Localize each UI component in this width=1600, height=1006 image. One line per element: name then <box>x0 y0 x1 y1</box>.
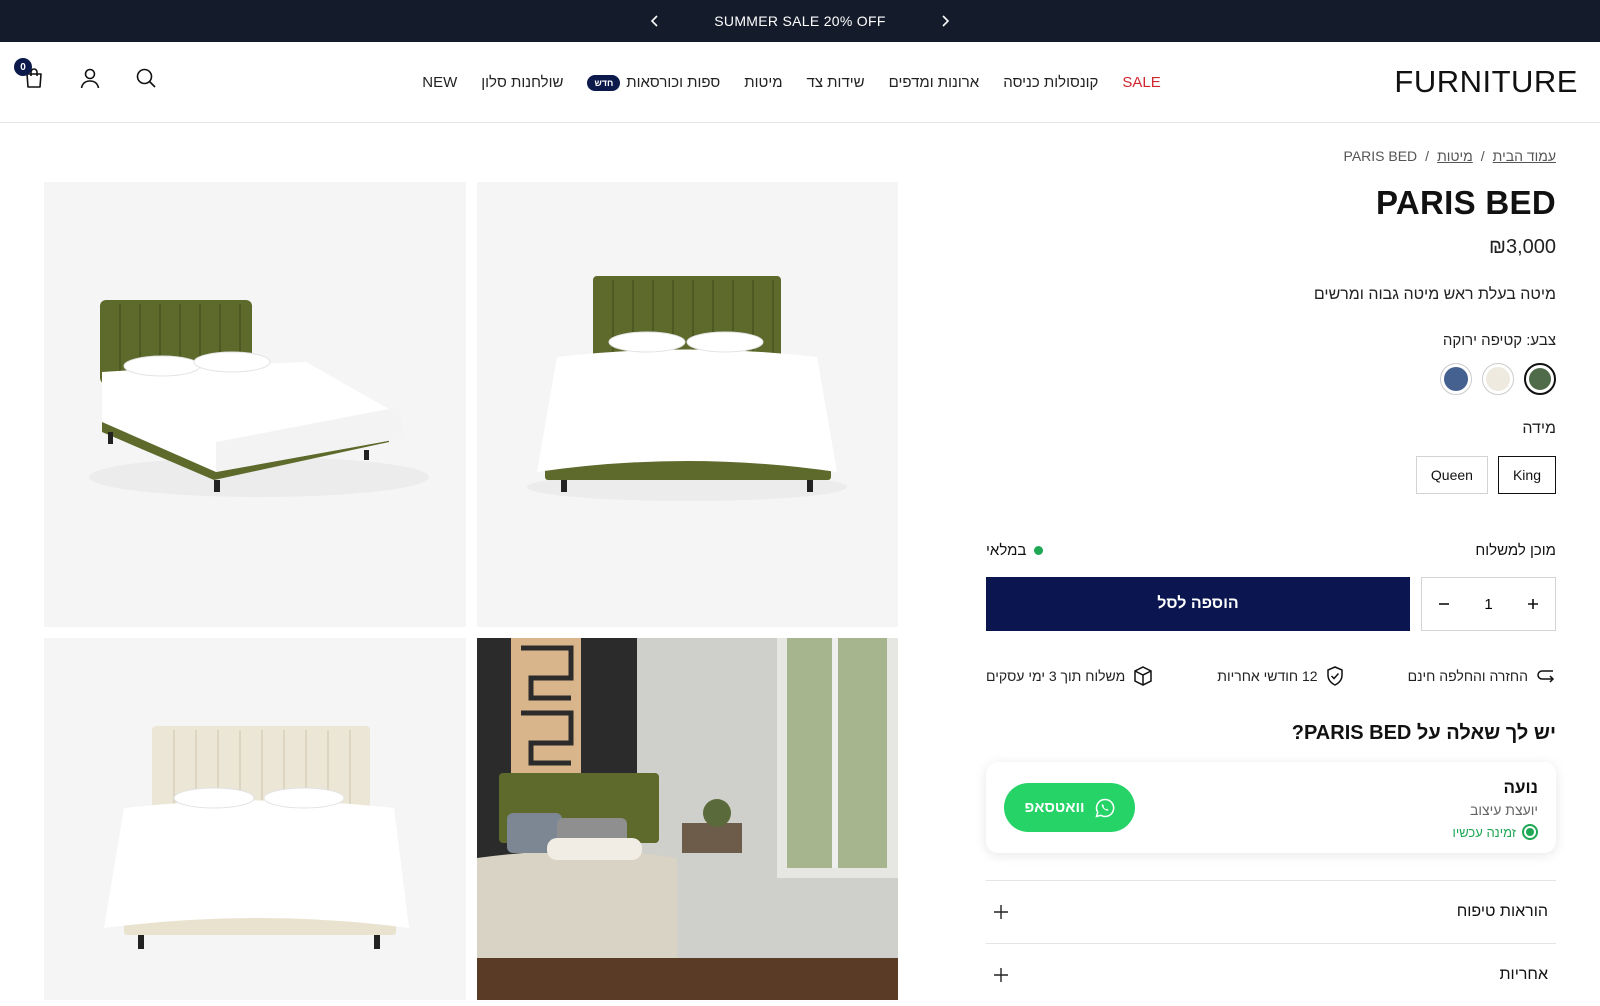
breadcrumb-separator: / <box>1425 148 1430 164</box>
nav-label: שולחנות סלון <box>481 74 564 91</box>
accordion-care-instructions[interactable]: הוראות טיפוח <box>986 880 1556 943</box>
increase-quantity-button[interactable] <box>1521 592 1545 616</box>
stock-status: במלאי <box>986 542 1044 559</box>
size-label: מידה <box>1522 420 1556 437</box>
search-icon <box>136 68 156 88</box>
question-title: יש לך שאלה על PARIS BED? <box>1291 722 1556 744</box>
perk-shipping: משלוח תוך 3 ימי עסקים <box>986 666 1153 686</box>
advisor-name: נועה <box>1503 778 1538 797</box>
accordion-label: אחריות <box>1499 966 1549 983</box>
whatsapp-button[interactable]: וואטסאפ <box>1004 783 1135 832</box>
perk-label: 12 חודשי אחריות <box>1217 668 1318 684</box>
accordion-label: הוראות טיפוח <box>1456 903 1548 920</box>
size-options: King Queen <box>1415 456 1556 494</box>
return-icon <box>1537 670 1555 683</box>
breadcrumb-home[interactable]: עמוד הבית <box>1493 148 1556 164</box>
perk-label: משלוח תוך 3 ימי עסקים <box>986 668 1126 684</box>
product-description: מיטה בעלת ראש מיטה גבוה ומרשים <box>1313 286 1556 303</box>
nav-item-beds[interactable]: מיטות <box>744 74 782 91</box>
accordion-warranty[interactable]: אחריות <box>986 943 1556 1006</box>
chevron-right-icon <box>942 15 950 27</box>
nav-item-side-tables[interactable]: שידות צד <box>807 74 865 91</box>
account-button[interactable] <box>76 64 104 92</box>
plus-icon <box>994 899 1008 925</box>
color-swatches <box>1440 363 1556 395</box>
breadcrumb-current: PARIS BED <box>1343 148 1418 164</box>
advisor-card: נועה יועצת עיצוב זמינה עכשיו וואטסאפ <box>986 762 1556 853</box>
plus-icon <box>1528 599 1538 609</box>
nav-item-sale[interactable]: SALE <box>1122 74 1160 91</box>
cart-count-badge: 0 <box>14 58 32 76</box>
chevron-left-icon <box>650 15 658 27</box>
product-title: PARIS BED <box>1376 184 1556 221</box>
nav-label: שידות צד <box>806 74 865 91</box>
site-logo[interactable]: FURNITURE <box>1394 64 1578 100</box>
site-header: FURNITURE NEW שולחנות סלון ספות וכורסאות… <box>0 42 1600 123</box>
product-image-lifestyle[interactable] <box>477 638 898 1000</box>
advisor-role: יועצת עיצוב <box>1469 802 1538 818</box>
breadcrumb-category[interactable]: מיטות <box>1437 148 1473 164</box>
whatsapp-icon <box>1094 798 1114 818</box>
bed-green-front-illustration <box>527 276 847 501</box>
nav-item-new[interactable]: NEW <box>422 74 457 91</box>
online-status-icon <box>1522 824 1538 840</box>
nav-item-coffee-tables[interactable]: שולחנות סלון <box>481 74 563 91</box>
quantity-input[interactable] <box>1468 595 1509 613</box>
product-perks: החזרה והחלפה חינם 12 חודשי אחריות משלוח … <box>986 666 1556 686</box>
color-swatch-cream[interactable] <box>1482 363 1514 395</box>
color-swatch-green[interactable] <box>1524 363 1556 395</box>
search-button[interactable] <box>132 64 160 92</box>
add-to-cart-button[interactable]: הוספה לסל <box>986 577 1410 631</box>
color-swatch-blue[interactable] <box>1440 363 1472 395</box>
product-price: ₪3,000 <box>1488 236 1556 258</box>
nav-item-cabinets[interactable]: ארונות ומדפים <box>889 74 980 91</box>
announcement-text: SUMMER SALE 20% OFF <box>714 13 886 29</box>
main-nav: NEW שולחנות סלון ספות וכורסאות חדש מיטות … <box>422 42 1161 123</box>
bed-green-angle-illustration <box>89 300 429 497</box>
size-option-king[interactable]: King <box>1497 456 1556 494</box>
in-stock-dot-icon <box>1034 546 1044 555</box>
size-option-queen[interactable]: Queen <box>1415 456 1488 494</box>
shield-check-icon <box>1326 666 1343 686</box>
perk-returns: החזרה והחלפה חינם <box>1408 666 1556 686</box>
product-image-green-angle[interactable] <box>44 182 466 627</box>
box-icon <box>1134 666 1152 686</box>
nav-label: NEW <box>422 74 458 91</box>
product-image-green-front[interactable] <box>477 182 898 627</box>
stock-label: במלאי <box>986 542 1027 559</box>
nav-item-sofas[interactable]: ספות וכורסאות חדש <box>587 74 720 91</box>
perk-warranty: 12 חודשי אחריות <box>1217 666 1343 686</box>
breadcrumb: עמוד הבית / מיטות / PARIS BED <box>1344 148 1556 164</box>
shipping-status: מוכן למשלוח <box>1475 542 1556 559</box>
bed-cream-front-illustration <box>104 726 409 949</box>
breadcrumb-separator: / <box>1480 148 1485 164</box>
product-image-cream-front[interactable] <box>44 638 466 1000</box>
quantity-stepper <box>1421 577 1556 631</box>
announcement-bar: SUMMER SALE 20% OFF <box>0 0 1600 42</box>
next-announcement-button[interactable] <box>935 11 955 31</box>
nav-label: קונסולות כניסה <box>1003 74 1099 91</box>
nav-item-consoles[interactable]: קונסולות כניסה <box>1003 74 1098 91</box>
prev-announcement-button[interactable] <box>645 11 665 31</box>
nav-label: ארונות ומדפים <box>888 74 980 91</box>
nav-label: ספות וכורסאות <box>626 74 721 91</box>
whatsapp-label: וואטסאפ <box>1024 799 1085 816</box>
new-badge: חדש <box>587 74 621 91</box>
cart-button[interactable]: 0 <box>14 58 48 92</box>
perk-label: החזרה והחלפה חינם <box>1407 668 1528 684</box>
plus-icon <box>994 962 1008 988</box>
user-icon <box>80 68 100 89</box>
nav-label: מיטות <box>744 74 783 91</box>
minus-icon <box>1439 603 1449 605</box>
nav-label: SALE <box>1122 74 1161 91</box>
advisor-status: זמינה עכשיו <box>1452 824 1538 840</box>
decrease-quantity-button[interactable] <box>1432 592 1456 616</box>
advisor-status-label: זמינה עכשיו <box>1452 824 1516 840</box>
header-icons: 0 <box>14 58 160 92</box>
bedroom-lifestyle-illustration <box>477 638 898 1000</box>
color-label: צבע: קטיפה ירוקה <box>1442 332 1556 349</box>
